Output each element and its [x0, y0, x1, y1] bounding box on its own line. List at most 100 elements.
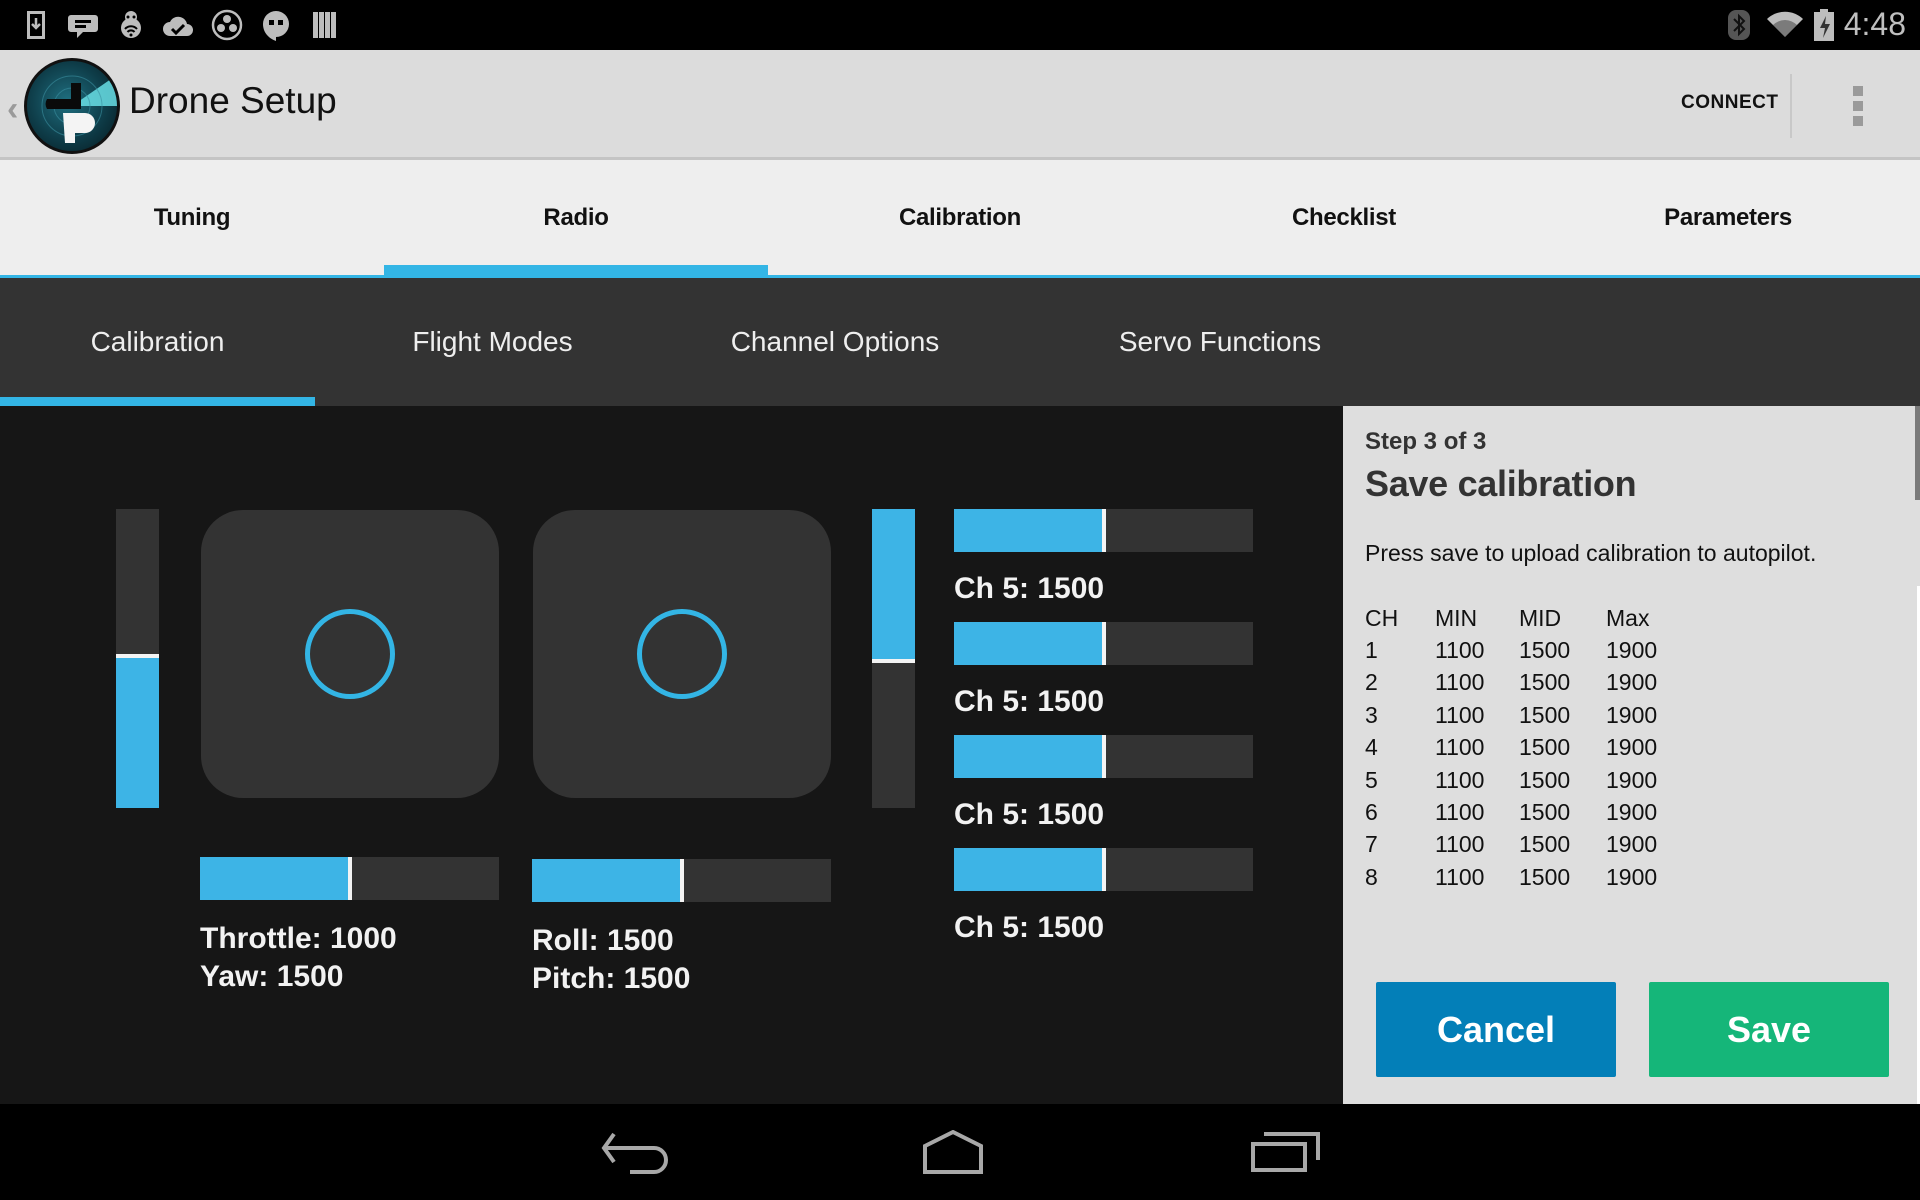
- channel-number: 5: [1365, 766, 1378, 793]
- calibration-table: CH MIN MID Max 1 1100 1500 1900 2 1100 1500 190…: [1365, 602, 1686, 894]
- min-value: 1100: [1435, 637, 1485, 664]
- table-row: 5 1100 1500 1900: [1365, 764, 1686, 796]
- subtab-flight-modes[interactable]: Flight Modes: [315, 278, 670, 406]
- mid-value: 1500: [1519, 799, 1571, 826]
- bar-fill: [954, 848, 1104, 891]
- bar-fill: [116, 658, 159, 808]
- max-value: 1900: [1606, 799, 1658, 826]
- table-row: 6 1100 1500 1900: [1365, 796, 1686, 828]
- app-logo-icon[interactable]: [24, 58, 120, 154]
- throttle-label: Throttle: 1000: [200, 922, 397, 955]
- bar-fill: [532, 859, 682, 902]
- column-header: CH: [1365, 604, 1399, 631]
- table-row: 8 1100 1500 1900: [1365, 861, 1686, 893]
- min-value: 1100: [1435, 863, 1485, 890]
- step-indicator: Step 3 of 3: [1365, 428, 1487, 455]
- roll-horizontal-bar: [532, 859, 831, 902]
- max-value: 1900: [1606, 701, 1658, 728]
- min-value: 1100: [1435, 669, 1485, 696]
- cloud-check-icon: [163, 16, 193, 36]
- step-description: Press save to upload calibration to auto…: [1365, 540, 1817, 566]
- channel-number: 6: [1365, 799, 1378, 826]
- bar-marker: [348, 857, 352, 900]
- yaw-label: Yaw: 1500: [200, 960, 344, 993]
- channel-number: 1: [1365, 637, 1378, 664]
- circles-app-icon: [211, 9, 243, 41]
- bar-marker: [1102, 622, 1106, 665]
- debug-bug-icon: [121, 11, 141, 38]
- left-stick-pad[interactable]: [201, 510, 499, 798]
- save-label: Save: [1726, 1008, 1812, 1050]
- mid-value: 1500: [1519, 701, 1571, 728]
- mid-value: 1500: [1519, 669, 1571, 696]
- battery-charging-icon: [1814, 9, 1834, 41]
- subtab-servo-functions[interactable]: Servo Functions: [1060, 278, 1380, 406]
- tab-radio[interactable]: Radio: [384, 160, 768, 275]
- bar-fill: [954, 509, 1104, 552]
- tab-parameters[interactable]: Parameters: [1536, 160, 1920, 275]
- overflow-menu-icon[interactable]: [1850, 86, 1866, 128]
- tab-tuning[interactable]: Tuning: [0, 160, 384, 275]
- save-button[interactable]: Save: [1649, 982, 1889, 1077]
- max-value: 1900: [1606, 766, 1658, 793]
- table-row: 2 1100 1500 1900: [1365, 667, 1686, 699]
- bar-fill: [200, 857, 350, 900]
- channel-number: 2: [1365, 669, 1378, 696]
- left-stick-indicator: [305, 609, 395, 699]
- home-icon[interactable]: [921, 1130, 985, 1174]
- pitch-label: Pitch: 1500: [532, 962, 691, 995]
- min-value: 1100: [1435, 799, 1485, 826]
- mid-value: 1500: [1519, 863, 1571, 890]
- bar-marker: [1102, 735, 1106, 778]
- mid-value: 1500: [1519, 637, 1571, 664]
- radio-calibration-view: Throttle: 1000 Yaw: 1500 Roll: 1500 Pitc…: [0, 406, 1343, 1104]
- recents-icon[interactable]: [1250, 1130, 1322, 1174]
- action-bar-divider: [1790, 74, 1792, 138]
- panel-scrollbar[interactable]: [1915, 406, 1920, 500]
- channel-bar: [954, 848, 1253, 891]
- tab-label: Parameters: [1664, 203, 1792, 231]
- roll-label: Roll: 1500: [532, 924, 674, 957]
- bluetooth-icon: [1728, 10, 1750, 40]
- subtab-calibration[interactable]: Calibration: [0, 278, 315, 406]
- right-stick-pad[interactable]: [533, 510, 831, 798]
- channel-label: Ch 5: 1500: [954, 911, 1105, 944]
- bar-fill: [954, 622, 1104, 665]
- channel-number: 4: [1365, 734, 1378, 761]
- channel-number: 7: [1365, 831, 1378, 858]
- column-header: Max: [1606, 604, 1650, 631]
- bar-marker: [1102, 509, 1106, 552]
- min-value: 1100: [1435, 766, 1485, 793]
- sub-tab-bar: Calibration Flight Modes Channel Options…: [0, 278, 1920, 406]
- channel-number: 8: [1365, 863, 1378, 890]
- right-stick-indicator: [637, 609, 727, 699]
- channel-bar: [954, 509, 1253, 552]
- wifi-icon: [1767, 11, 1803, 37]
- max-value: 1900: [1606, 863, 1658, 890]
- channel-number: 3: [1365, 701, 1378, 728]
- connect-button[interactable]: CONNECT: [1681, 92, 1778, 114]
- system-nav-bar: [0, 1104, 1920, 1200]
- table-header-row: CH MIN MID Max: [1365, 602, 1686, 634]
- mid-value: 1500: [1519, 734, 1571, 761]
- max-value: 1900: [1606, 831, 1658, 858]
- mid-value: 1500: [1519, 766, 1571, 793]
- download-icon: [27, 11, 45, 39]
- status-bar: 4:48: [0, 0, 1920, 50]
- tab-label: Checklist: [1291, 203, 1396, 231]
- pitch-vertical-bar: [872, 509, 915, 808]
- column-header: MID: [1519, 604, 1562, 631]
- cancel-button[interactable]: Cancel: [1376, 982, 1616, 1077]
- cancel-label: Cancel: [1436, 1008, 1556, 1050]
- subtab-label: Channel Options: [730, 326, 940, 357]
- channel-bar: [954, 735, 1253, 778]
- channel-bar: [954, 622, 1253, 665]
- tab-checklist[interactable]: Checklist: [1152, 160, 1536, 275]
- bar-marker: [116, 654, 159, 658]
- tab-calibration[interactable]: Calibration: [768, 160, 1152, 275]
- up-navigation-icon[interactable]: ‹: [7, 90, 18, 129]
- max-value: 1900: [1606, 637, 1658, 664]
- back-icon[interactable]: [600, 1130, 672, 1174]
- subtab-channel-options[interactable]: Channel Options: [670, 278, 1000, 406]
- calibration-step-panel: Step 3 of 3 Save calibration Press save …: [1343, 403, 1920, 1104]
